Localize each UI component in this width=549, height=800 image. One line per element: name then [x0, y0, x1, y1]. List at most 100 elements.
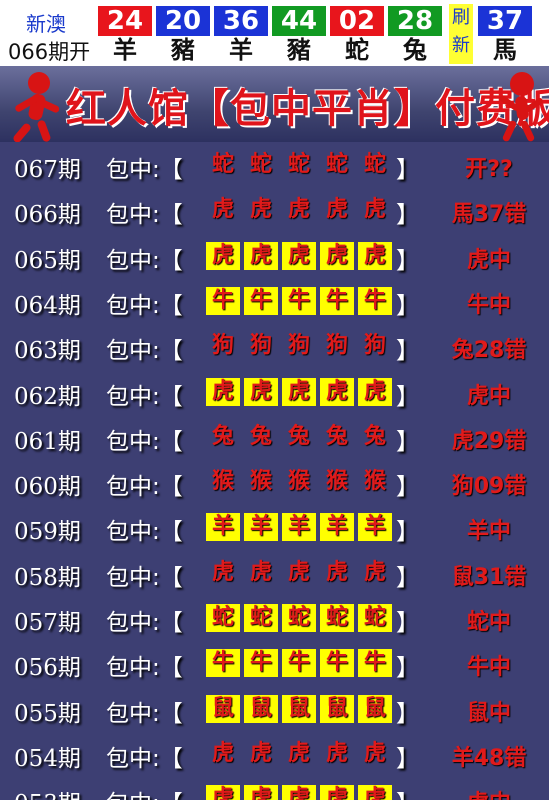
zodiac-pick: 羊	[358, 513, 392, 542]
zodiac-pick: 牛	[320, 286, 354, 315]
row-zodiacs: 虎虎虎虎虎	[206, 785, 396, 800]
lottery-info: 新澳 066期开	[0, 0, 94, 66]
zodiac-pick: 蛇	[358, 604, 392, 632]
row-zodiacs: 虎虎虎虎虎	[206, 740, 396, 768]
row-label: 包中:【	[106, 383, 183, 410]
row-issue: 064期	[14, 292, 81, 319]
ball-number: 28	[388, 6, 442, 36]
zodiac-pick: 羊	[206, 513, 240, 542]
ball-number: 20	[156, 6, 210, 36]
lottery-source: 新澳	[26, 12, 66, 36]
zodiac-pick: 虎	[249, 559, 272, 585]
zodiac-pick: 兔	[287, 423, 310, 449]
row-label: 包中:【	[106, 564, 183, 591]
row-result: 虎中	[430, 785, 548, 800]
runner-figure-icon	[10, 72, 62, 142]
banner: 红人馆【包中平肖】付费版	[0, 66, 549, 142]
ball-number: 44	[272, 6, 326, 36]
prediction-row: 057期 包中:【蛇蛇蛇蛇蛇】蛇中	[0, 595, 549, 640]
zodiac-pick: 虎	[325, 197, 348, 223]
zodiac-pick: 牛	[282, 649, 316, 678]
refresh-button[interactable]: 刷 新	[449, 4, 473, 64]
zodiac-pick: 兔	[363, 423, 386, 449]
row-result: 牛中	[466, 292, 511, 318]
row-bracket-close: 】	[396, 292, 419, 319]
zodiac-pick: 狗	[211, 333, 234, 359]
zodiac-pick: 蛇	[249, 152, 272, 177]
zodiac-pick: 猴	[287, 469, 310, 495]
result-balls: 24 羊 20 豬 36 羊 44 豬 02 蛇 28 兔	[98, 6, 446, 64]
zodiac-pick: 牛	[320, 649, 354, 678]
zodiac-pick: 虎	[358, 241, 392, 270]
ball-number: 02	[330, 6, 384, 36]
draw-result-bar: 新澳 066期开 24 羊 20 豬 36 羊 44 豬 02 蛇 28 兔 刷 新 37 馬	[0, 0, 549, 66]
ball-zodiac: 豬	[287, 36, 311, 64]
zodiac-pick: 虎	[363, 197, 386, 223]
zodiac-pick: 虎	[363, 559, 386, 585]
ball-zodiac: 羊	[113, 36, 137, 64]
runner-figure-icon	[496, 72, 546, 142]
prediction-row: 067期 包中:【蛇蛇蛇蛇蛇】开??	[0, 142, 549, 187]
refresh-label-2: 新	[452, 35, 470, 56]
prediction-row: 061期 包中:【兔兔兔兔兔】虎29错	[0, 414, 549, 459]
refresh-label-1: 刷	[452, 7, 470, 28]
row-zodiacs: 虎虎虎虎虎	[206, 241, 396, 270]
row-result: 羊48错	[451, 745, 527, 771]
zodiac-pick: 蛇	[282, 604, 316, 632]
zodiac-pick: 虎	[244, 241, 278, 270]
row-result: 狗09错	[451, 474, 527, 500]
zodiac-pick: 羊	[320, 513, 354, 542]
zodiac-pick: 鼠	[282, 694, 316, 723]
prediction-row: 063期 包中:【狗狗狗狗狗】兔28错	[0, 323, 549, 368]
row-result: 鼠31错	[451, 564, 527, 590]
prediction-row: 058期 包中:【虎虎虎虎虎】鼠31错	[0, 550, 549, 595]
zodiac-pick: 虎	[211, 740, 234, 766]
row-issue: 061期	[14, 428, 81, 455]
row-issue: 062期	[14, 383, 81, 410]
zodiac-pick: 牛	[206, 286, 240, 315]
zodiac-pick: 虎	[244, 785, 278, 800]
zodiac-pick: 蛇	[206, 604, 240, 632]
zodiac-pick: 虎	[287, 559, 310, 585]
ball-number: 24	[98, 6, 152, 36]
row-zodiacs: 虎虎虎虎虎	[206, 196, 396, 224]
zodiac-pick: 牛	[282, 286, 316, 315]
row-bracket-close: 】	[396, 428, 419, 455]
zodiac-pick: 虎	[206, 241, 240, 270]
ball-number: 36	[214, 6, 268, 36]
row-bracket-close: 】	[396, 247, 419, 274]
row-bracket-close: 】	[396, 700, 419, 727]
zodiac-pick: 虎	[287, 740, 310, 766]
zodiac-pick: 蛇	[244, 604, 278, 632]
zodiac-pick: 虎	[363, 740, 386, 766]
row-zodiacs: 蛇蛇蛇蛇蛇	[206, 604, 396, 632]
row-label: 包中:【	[106, 655, 183, 682]
row-label: 包中:【	[106, 202, 183, 229]
row-bracket-close: 】	[396, 338, 419, 365]
ball-zodiac: 豬	[171, 36, 195, 64]
row-zodiacs: 蛇蛇蛇蛇蛇	[206, 151, 396, 179]
zodiac-pick: 虎	[320, 785, 354, 800]
zodiac-pick: 虎	[358, 785, 392, 800]
row-issue: 060期	[14, 474, 81, 501]
zodiac-pick: 牛	[244, 649, 278, 678]
zodiac-pick: 虎	[211, 559, 234, 585]
zodiac-pick: 兔	[211, 423, 234, 449]
row-issue: 063期	[14, 338, 81, 365]
row-label: 包中:【	[106, 700, 183, 727]
zodiac-pick: 虎	[358, 377, 392, 406]
prediction-list: 067期 包中:【蛇蛇蛇蛇蛇】开?? 066期 包中:【虎虎虎虎虎】馬37错 065期包…	[0, 142, 549, 800]
row-result: 开??	[465, 157, 513, 182]
zodiac-pick: 牛	[358, 286, 392, 315]
prediction-row: 064期 包中:【牛牛牛牛牛】牛中	[0, 278, 549, 323]
result-ball: 44 豬	[272, 6, 326, 64]
zodiac-pick: 猴	[211, 469, 234, 495]
zodiac-pick: 蛇	[325, 152, 348, 177]
row-result: 虎29错	[451, 428, 527, 454]
result-ball: 36 羊	[214, 6, 268, 64]
row-result: 馬37错	[451, 202, 527, 228]
row-issue: 065期	[14, 247, 81, 274]
row-zodiacs: 兔兔兔兔兔	[206, 423, 396, 451]
row-result: 兔28错	[451, 338, 527, 364]
row-issue: 059期	[14, 519, 81, 546]
